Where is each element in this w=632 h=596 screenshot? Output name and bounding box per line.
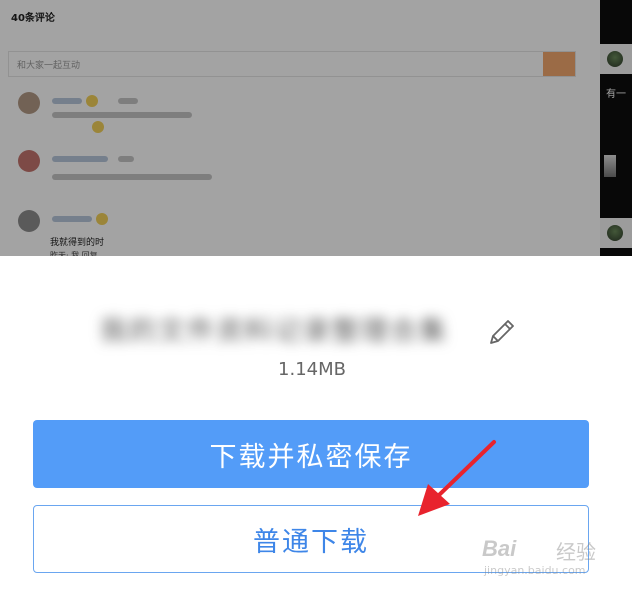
- file-size: 1.14MB: [278, 359, 346, 380]
- file-name: 我的文件资料记录整理合集: [100, 316, 448, 347]
- annotation-arrow-icon: [418, 440, 496, 516]
- download-and-save-privately-button[interactable]: 下载并私密保存: [33, 420, 589, 488]
- pencil-icon[interactable]: [486, 316, 518, 348]
- modal-overlay[interactable]: [0, 0, 632, 256]
- watermark: Bai 经验 jingyan.baidu.com: [482, 530, 622, 586]
- watermark-brand: Bai: [482, 536, 517, 561]
- watermark-brand-cn: 经验: [556, 540, 596, 564]
- watermark-url: jingyan.baidu.com: [484, 564, 586, 577]
